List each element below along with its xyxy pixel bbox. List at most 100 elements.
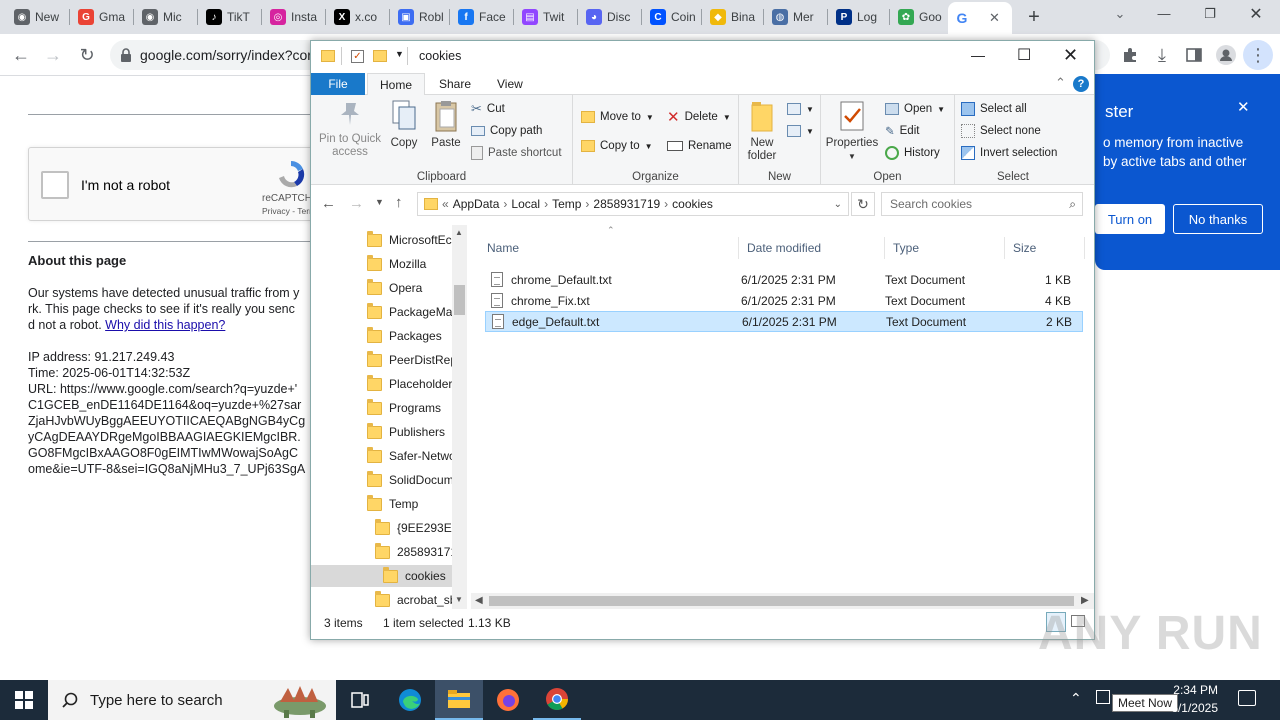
explorer-address-bar[interactable]: « AppData › Local › Temp › 2858931719 › … xyxy=(417,192,849,216)
nav-item[interactable]: acrobat_sb xyxy=(375,589,452,609)
tab-view[interactable]: View xyxy=(485,73,535,95)
pin-quick-access-button[interactable]: Pin to Quick access xyxy=(317,99,383,159)
nav-item[interactable]: MicrosoftEc xyxy=(367,229,452,251)
popup-close-icon[interactable]: ✕ xyxy=(1237,98,1250,116)
nav-item[interactable]: Mozilla xyxy=(367,253,452,275)
select-all-button[interactable]: Select all xyxy=(961,99,1027,119)
explorer-forward-icon[interactable]: → xyxy=(349,195,364,212)
nav-item[interactable]: {9EE293E3- xyxy=(375,517,452,539)
open-button[interactable]: Open ▼ xyxy=(885,99,945,119)
paste-shortcut-button[interactable]: Paste shortcut xyxy=(471,143,562,163)
back-icon[interactable]: ← xyxy=(6,40,36,70)
copy-path-button[interactable]: Copy path xyxy=(471,121,542,141)
firefox-taskbar-button[interactable] xyxy=(484,680,532,720)
tab-12[interactable]: ◍ Mer xyxy=(766,4,824,30)
meet-now-icon[interactable] xyxy=(1096,690,1110,704)
scroll-left-icon[interactable]: ◀ xyxy=(475,595,483,606)
start-button[interactable] xyxy=(0,680,48,720)
profile-avatar-icon[interactable] xyxy=(1211,40,1241,70)
column-size[interactable]: Size xyxy=(1007,237,1085,259)
help-icon[interactable]: ? xyxy=(1073,76,1089,92)
forward-icon[interactable]: → xyxy=(38,40,68,70)
tab-13[interactable]: P Log xyxy=(830,4,888,30)
tab-home[interactable]: Home xyxy=(367,73,426,96)
recaptcha-checkbox[interactable] xyxy=(41,171,69,199)
crumb-separator-icon[interactable]: › xyxy=(544,197,548,211)
chrome-taskbar-button[interactable] xyxy=(533,680,581,720)
new-folder-quick-icon[interactable] xyxy=(373,50,387,62)
up-folder-icon[interactable]: ↑ xyxy=(395,194,403,211)
why-link[interactable]: Why did this happen? xyxy=(105,318,225,332)
nav-item[interactable]: Packages xyxy=(367,325,452,347)
history-button[interactable]: History xyxy=(885,143,940,163)
tab-10[interactable]: C Coin xyxy=(644,4,702,30)
nav-item[interactable]: PackageMa xyxy=(367,301,452,323)
new-tab-button[interactable]: + xyxy=(1022,6,1046,28)
search-input[interactable]: Search cookies ⌕ xyxy=(881,192,1083,216)
restore-button[interactable]: ❐ xyxy=(1198,6,1222,22)
edit-button[interactable]: ✎ Edit xyxy=(885,121,919,141)
paste-button[interactable]: Paste xyxy=(429,99,463,150)
rename-button[interactable]: Rename xyxy=(667,136,731,156)
tab-6[interactable]: ▣ Robl xyxy=(392,4,450,30)
chrome-menu-icon[interactable]: ⋮ xyxy=(1243,40,1273,70)
explorer-maximize-button[interactable]: ☐ xyxy=(1017,45,1031,65)
nav-item[interactable]: PeerDistRep xyxy=(367,349,452,371)
recent-locations-icon[interactable]: ▼ xyxy=(375,197,384,207)
crumb-temp[interactable]: Temp xyxy=(552,197,581,211)
scroll-down-icon[interactable]: ▼ xyxy=(455,595,463,604)
explorer-back-icon[interactable]: ← xyxy=(321,195,336,212)
tab-file[interactable]: File xyxy=(311,73,365,95)
refresh-icon[interactable]: ↻ xyxy=(851,192,875,216)
tab-0[interactable]: ◉ New xyxy=(8,4,66,30)
nav-item[interactable]: cookies xyxy=(311,565,452,587)
copy-button[interactable]: Copy xyxy=(387,99,421,150)
column-type[interactable]: Type xyxy=(887,237,1005,259)
select-none-button[interactable]: Select none xyxy=(961,121,1041,141)
tab-1[interactable]: G Gma xyxy=(72,4,130,30)
explorer-close-button[interactable]: ✕ xyxy=(1063,45,1078,66)
crumb-separator-icon[interactable]: › xyxy=(664,197,668,211)
easy-access-button[interactable]: ▼ xyxy=(787,121,814,141)
scroll-thumb[interactable] xyxy=(489,596,1074,606)
file-row[interactable]: chrome_Fix.txt 6/1/2025 2:31 PM Text Docum… xyxy=(485,290,1083,311)
tab-4[interactable]: ◎ Insta xyxy=(264,4,322,30)
move-to-button[interactable]: Move to ▼ xyxy=(581,107,654,127)
tab-8[interactable]: ▤ Twit xyxy=(516,4,574,30)
properties-button[interactable]: Properties ▼ xyxy=(825,99,879,163)
tab-close-icon[interactable]: ✕ xyxy=(989,10,1000,26)
nav-item[interactable]: SolidDocum xyxy=(367,469,452,491)
column-date-modified[interactable]: Date modified xyxy=(741,237,885,259)
side-panel-icon[interactable] xyxy=(1179,40,1209,70)
tab-google-sorry[interactable]: G ✕ xyxy=(948,2,1012,34)
properties-quick-icon[interactable]: ✓ xyxy=(351,50,364,63)
clock-date[interactable]: 6/1/2025 xyxy=(1160,701,1218,715)
nav-item[interactable]: Safer-Netwo xyxy=(367,445,452,467)
crumb-local[interactable]: Local xyxy=(511,197,540,211)
tab-9[interactable]: ◕ Disc xyxy=(580,4,638,30)
no-thanks-button[interactable]: No thanks xyxy=(1173,204,1263,234)
file-explorer-taskbar-button[interactable] xyxy=(435,680,483,720)
tab-3[interactable]: ♪ TikT xyxy=(200,4,258,30)
minimize-button[interactable]: — xyxy=(1152,6,1176,21)
crumb-appdata[interactable]: AppData xyxy=(453,197,500,211)
cut-button[interactable]: ✂ Cut xyxy=(471,99,505,119)
edge-taskbar-button[interactable] xyxy=(386,680,434,720)
close-browser-button[interactable]: ✕ xyxy=(1244,4,1268,24)
recaptcha-links[interactable]: Privacy - Terr xyxy=(262,206,310,216)
new-folder-button[interactable]: New folder xyxy=(745,99,779,163)
navigation-scrollbar[interactable]: ▲ ▼ xyxy=(452,225,467,609)
address-dropdown-icon[interactable]: ⌄ xyxy=(834,199,842,210)
quick-access-dropdown-icon[interactable]: ▼ xyxy=(395,49,404,59)
tab-share[interactable]: Share xyxy=(427,73,483,95)
tab-5[interactable]: Xx.co xyxy=(328,4,386,30)
reload-icon[interactable]: ↻ xyxy=(72,40,102,70)
crumb-2858931719[interactable]: 2858931719 xyxy=(593,197,660,211)
nav-item[interactable]: Temp xyxy=(367,493,452,515)
ribbon-collapse-icon[interactable]: ⌃ xyxy=(1055,75,1066,91)
clock-time[interactable]: 2:34 PM xyxy=(1168,683,1218,697)
delete-button[interactable]: ✕ Delete ▼ xyxy=(667,107,731,127)
file-row[interactable]: edge_Default.txt 6/1/2025 2:31 PM Text Doc… xyxy=(485,311,1083,332)
notification-center-icon[interactable] xyxy=(1238,690,1256,706)
explorer-minimize-button[interactable]: — xyxy=(971,47,985,63)
